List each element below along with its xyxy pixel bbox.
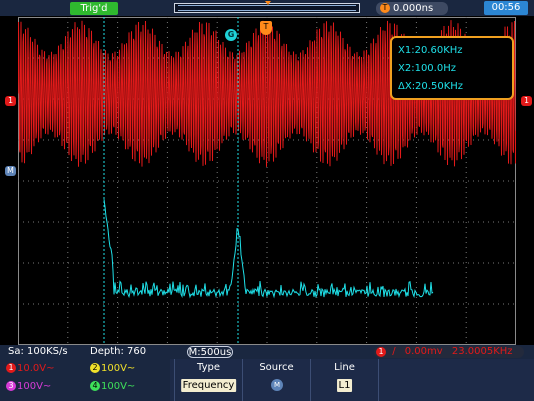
delta-x-readout: ΔX:20.50KHz bbox=[398, 81, 464, 92]
ch4-scale-value: 100V~ bbox=[101, 381, 136, 392]
memory-depth: Depth: 760 bbox=[90, 346, 147, 357]
trigger-frequency: 23.0005KHz bbox=[451, 346, 513, 357]
math-fft-waveform bbox=[103, 199, 434, 299]
menu-line-value: L1 bbox=[336, 379, 353, 392]
menu-empty-slot bbox=[378, 359, 534, 401]
ch4-badge: 4 bbox=[90, 381, 100, 391]
ch2-scale-value: 100V~ bbox=[101, 363, 136, 374]
menu-source-label: Source bbox=[259, 362, 294, 373]
math-source-icon: M bbox=[271, 379, 283, 391]
math-level-marker[interactable]: M bbox=[5, 166, 16, 176]
ch3-scale-value: 100V~ bbox=[17, 381, 52, 392]
ch1-badge: 1 bbox=[6, 363, 16, 373]
trigger-position-marker[interactable]: T bbox=[260, 21, 272, 35]
menu-type-value: Frequency bbox=[180, 379, 237, 392]
menu-line-label: Line bbox=[334, 362, 355, 373]
oscilloscope-screen: Trig'd T 0.000ns 00:56 1 1 M G T X1:20.60… bbox=[0, 0, 534, 401]
menu-type-label: Type bbox=[197, 362, 220, 373]
trigger-slope: / bbox=[392, 346, 396, 357]
trigger-status-badge: Trig'd bbox=[70, 2, 118, 15]
top-status-bar: Trig'd T 0.000ns 00:56 bbox=[0, 0, 534, 16]
menu-source-button[interactable]: Source M bbox=[242, 359, 310, 401]
fft-trace bbox=[103, 199, 434, 299]
clock: 00:56 bbox=[484, 1, 528, 15]
cursor-measurement-panel: X1:20.60KHz X2:100.0Hz ΔX:20.50KHz bbox=[390, 36, 514, 100]
trigger-icon: T bbox=[380, 3, 390, 13]
menu-type-button[interactable]: Type Frequency bbox=[174, 359, 242, 401]
ch1-trigger-level-marker[interactable]: 1 bbox=[521, 96, 532, 106]
x1-readout: X1:20.60KHz bbox=[398, 45, 463, 56]
memory-trigger-marker bbox=[265, 1, 271, 5]
channel-info: 1 10.0V~ 2 100V~ 3 100V~ 4 100V~ bbox=[0, 359, 170, 401]
ch2-scale[interactable]: 2 100V~ bbox=[90, 362, 135, 376]
timebase-readout[interactable]: M:500us bbox=[187, 346, 233, 358]
menu-line-button[interactable]: Line L1 bbox=[310, 359, 378, 401]
memory-view-window bbox=[178, 5, 356, 11]
sample-rate: Sa: 100KS/s bbox=[8, 346, 68, 357]
ch2-badge: 2 bbox=[90, 363, 100, 373]
trigger-level: 0.00mv bbox=[404, 346, 443, 357]
trigger-time-readout: T 0.000ns bbox=[376, 2, 448, 15]
trigger-time-value: 0.000ns bbox=[393, 3, 434, 14]
ch1-scale-value: 10.0V~ bbox=[17, 363, 55, 374]
ch3-badge: 3 bbox=[6, 381, 16, 391]
memory-position-bar[interactable] bbox=[174, 1, 360, 13]
x2-readout: X2:100.0Hz bbox=[398, 63, 456, 74]
ch1-level-marker[interactable]: 1 bbox=[5, 96, 16, 106]
trigger-settings-readout: 1 / 0.00mv 23.0005KHz bbox=[374, 346, 524, 358]
g-cursor-marker[interactable]: G bbox=[225, 29, 237, 41]
ch1-scale[interactable]: 1 10.0V~ bbox=[6, 362, 55, 376]
bottom-menu-bar: 1 10.0V~ 2 100V~ 3 100V~ 4 100V~ Type Freque… bbox=[0, 359, 534, 401]
ch3-scale[interactable]: 3 100V~ bbox=[6, 380, 51, 394]
trigger-source-icon: 1 bbox=[376, 347, 386, 357]
ch4-scale[interactable]: 4 100V~ bbox=[90, 380, 135, 394]
acquisition-status-bar: Sa: 100KS/s Depth: 760 M:500us 1 / 0.00m… bbox=[0, 345, 534, 359]
